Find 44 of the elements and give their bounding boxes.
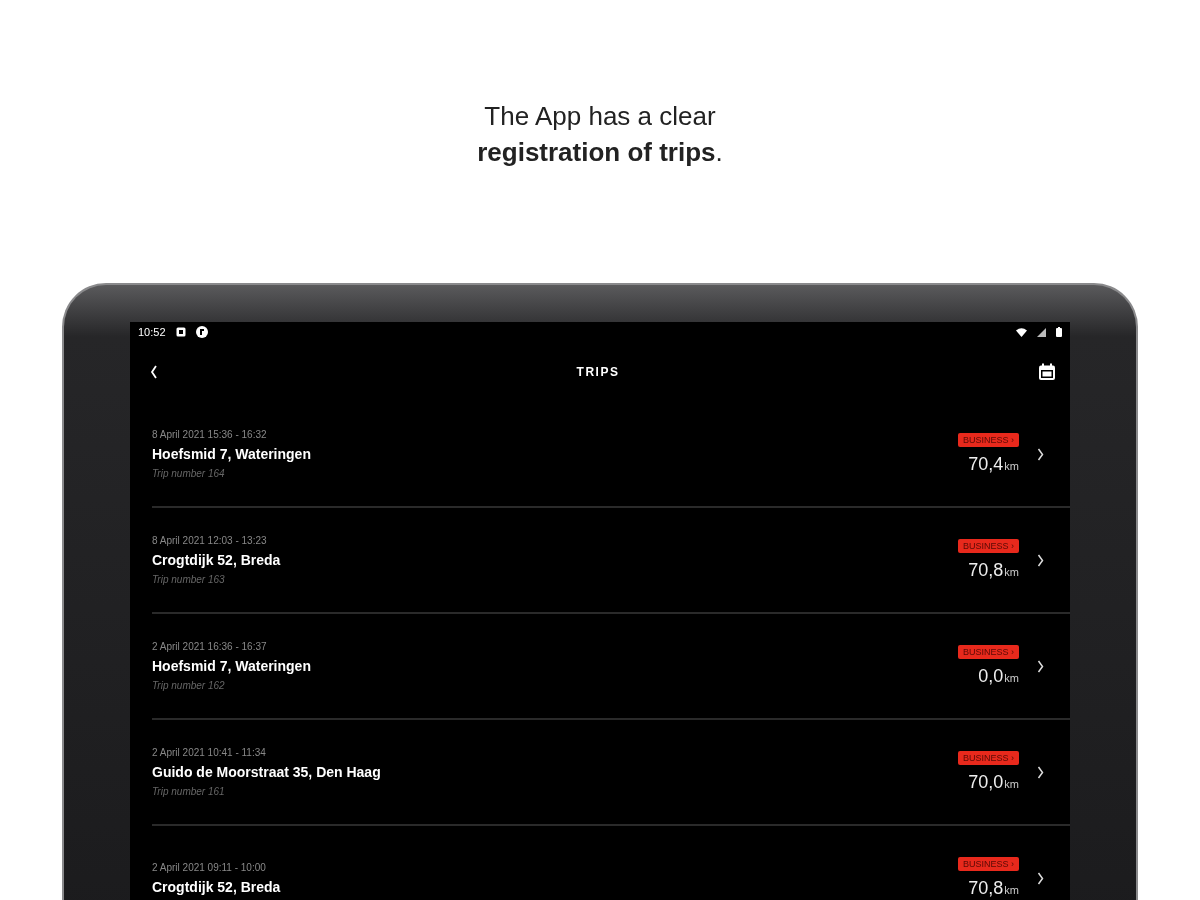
distance-unit: km	[1004, 672, 1019, 684]
chevron-icon[interactable]	[1037, 765, 1044, 779]
trip-address: Crogtdijk 52, Breda	[152, 552, 282, 568]
trip-distance: 70,8	[968, 878, 1004, 899]
trip-distance: 70,0	[968, 772, 1004, 793]
screen-title: TRIPS	[576, 365, 620, 379]
trip-row[interactable]: 2 April 2021 10:41 - 11:34 Guido de Moorstraat 35, Den Haag Trip number 161 BUSINESS › 70,0km	[152, 720, 1070, 826]
trip-address: Guido de Moorstraat 35, Den Haag	[152, 764, 382, 780]
notification-icon	[175, 327, 186, 337]
trip-address: Hoefsmid 7, Wateringen	[152, 658, 312, 674]
chevron-icon[interactable]	[1037, 659, 1044, 673]
trip-date: 2 April 2021 16:36 - 16:37	[152, 641, 268, 652]
trip-number: Trip number 164	[152, 468, 226, 479]
distance-unit: km	[1004, 884, 1019, 896]
battery-icon	[1056, 327, 1062, 337]
trip-number: Trip number 162	[152, 680, 226, 691]
signal-icon	[1037, 327, 1046, 337]
calendar-icon[interactable]	[1038, 363, 1056, 381]
trip-address: Crogtdijk 52, Breda	[152, 878, 282, 895]
trip-number: Trip number 163	[152, 574, 226, 585]
wifi-icon	[1016, 327, 1027, 337]
back-icon[interactable]	[150, 365, 158, 379]
trip-number: Trip number 161	[152, 786, 226, 797]
trip-address: Hoefsmid 7, Wateringen	[152, 446, 312, 462]
distance-unit: km	[1004, 566, 1019, 578]
trip-row[interactable]: 8 April 2021 15:36 - 16:32 Hoefsmid 7, Wateringen Trip number 164 BUSINESS › 70,4km	[152, 402, 1070, 508]
app-icon	[195, 326, 208, 338]
chevron-icon[interactable]	[1037, 871, 1044, 885]
trip-date: 8 April 2021 12:03 - 13:23	[152, 535, 268, 546]
trip-date: 2 April 2021 10:41 - 11:34	[152, 747, 267, 758]
trip-date: 2 April 2021 09:11 - 10:00	[152, 861, 267, 873]
trip-row[interactable]: 2 April 2021 09:11 - 10:00 Crogtdijk 52, Breda BUSINESS › 70,8km	[152, 826, 1070, 900]
trip-distance: 70,8	[968, 560, 1004, 581]
trip-row[interactable]: 8 April 2021 12:03 - 13:23 Crogtdijk 52, Breda Trip number 163 BUSINESS › 70,8km	[152, 508, 1070, 614]
trip-date: 8 April 2021 15:36 - 16:32	[152, 429, 268, 440]
distance-unit: km	[1004, 460, 1019, 472]
distance-unit: km	[1004, 778, 1019, 790]
headline: The App has a clear registration of trips.	[477, 100, 723, 169]
chevron-icon[interactable]	[1037, 447, 1044, 461]
trip-distance: 0,0	[978, 666, 1004, 687]
status-time: 10:52	[138, 326, 166, 338]
chevron-icon[interactable]	[1037, 553, 1044, 567]
trip-row[interactable]: 2 April 2021 16:36 - 16:37 Hoefsmid 7, Wateringen Trip number 162 BUSINESS › 0,0km	[152, 614, 1070, 720]
trip-distance: 70,4	[968, 454, 1004, 475]
